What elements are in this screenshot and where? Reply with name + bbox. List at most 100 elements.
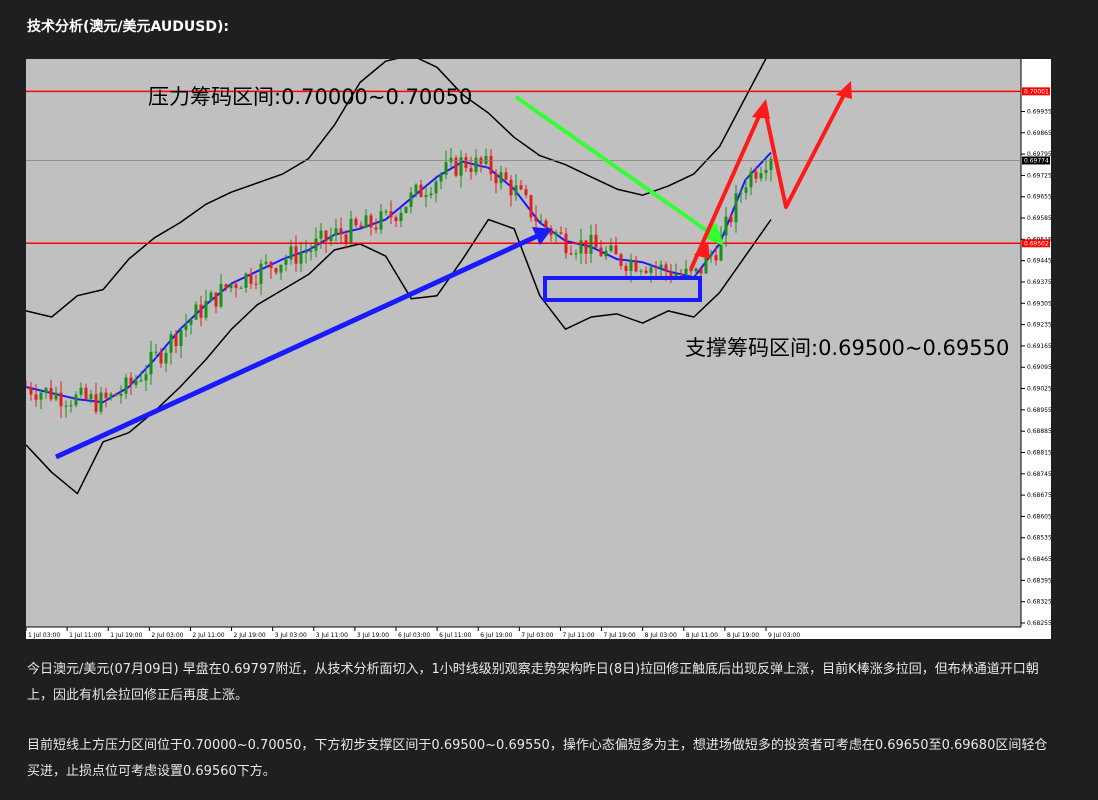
analysis-paragraph-1: 今日澳元/美元(07月09日) 早盘在0.69797附近，从技术分析面切入，1小…	[27, 662, 1039, 703]
candle-body	[199, 304, 203, 318]
candle-body	[619, 254, 623, 266]
y-tick-label: 0.69025	[1027, 386, 1051, 393]
candle-body	[184, 324, 188, 330]
x-tick-label: 1 Jul 19:00	[110, 632, 142, 639]
candle-body	[204, 300, 208, 318]
candle-body	[559, 232, 563, 234]
x-tick-label: 6 Jul 03:00	[398, 632, 430, 639]
candle-body	[394, 217, 398, 222]
candle-body	[399, 212, 403, 222]
candle-body	[404, 206, 408, 213]
candle-body	[484, 155, 488, 164]
candle-body	[724, 216, 728, 236]
y-tick-label: 0.68675	[1027, 492, 1051, 499]
candle-body	[289, 246, 293, 260]
candle-body	[334, 228, 338, 236]
candle-body	[659, 264, 663, 268]
candle-body	[644, 270, 648, 273]
candle-body	[26, 387, 28, 389]
candle-body	[759, 173, 763, 179]
candle-body	[419, 184, 423, 197]
y-tick-label: 0.69445	[1027, 258, 1051, 265]
candle-body	[99, 392, 103, 412]
candle-body	[319, 230, 323, 239]
candle-body	[469, 167, 473, 172]
candle-body	[634, 260, 638, 272]
y-tick-label: 0.68325	[1027, 599, 1051, 606]
candle-body	[134, 380, 138, 385]
candle-body	[599, 247, 603, 257]
candle-body	[514, 185, 518, 196]
candle-body	[324, 230, 328, 242]
candle-body	[509, 179, 513, 196]
candle-body	[539, 220, 543, 222]
candle-body	[589, 234, 593, 254]
candle-body	[34, 394, 38, 400]
candle-body	[529, 195, 533, 218]
y-tick-label: 0.68885	[1027, 428, 1051, 435]
candle-body	[499, 172, 503, 184]
candle-body	[299, 252, 303, 264]
candle-body	[159, 351, 163, 364]
support-annotation: 支撑筹码区间:0.69500~0.69550	[685, 336, 1009, 360]
candle-body	[129, 377, 133, 385]
x-tick-label: 7 Jul 19:00	[604, 632, 636, 639]
candle-body	[694, 268, 698, 272]
candle-body	[304, 251, 308, 253]
candle-body	[269, 261, 273, 269]
x-tick-label: 2 Jul 11:00	[192, 632, 224, 639]
candle-body	[214, 292, 218, 307]
candle-body	[149, 351, 153, 375]
candle-body	[279, 264, 283, 273]
candle-body	[229, 284, 233, 289]
candle-body	[309, 250, 313, 252]
candle-body	[629, 260, 633, 272]
candle-body	[369, 215, 373, 228]
candle-body	[704, 256, 708, 274]
candle-body	[764, 169, 768, 174]
candle-body	[284, 259, 288, 265]
y-tick-label: 0.68605	[1027, 513, 1051, 520]
candle-body	[569, 253, 573, 255]
candle-body	[739, 192, 743, 194]
candle-body	[379, 211, 383, 230]
x-tick-label: 6 Jul 11:00	[439, 632, 471, 639]
candle-body	[449, 157, 453, 163]
candle-body	[69, 405, 73, 407]
candle-body	[294, 246, 298, 264]
candle-body	[409, 192, 413, 207]
analysis-paragraph-2: 目前短线上方压力区间位于0.70000~0.70050，下方初步支撑区间于0.6…	[27, 738, 1048, 779]
candle-body	[579, 240, 583, 254]
candle-body	[684, 268, 688, 275]
candle-body	[329, 235, 333, 242]
price-chart: 0.69935 0.69865 0.69795 0.69725 0.69655 0.695…	[26, 59, 1051, 639]
candle-body	[259, 263, 263, 284]
candle-body	[179, 329, 183, 347]
article-heading: 技术分析(澳元/美元AUDUSD):	[27, 19, 229, 35]
candle-body	[94, 394, 98, 412]
price-line-label: 0.70001	[1024, 88, 1049, 95]
candle-body	[264, 261, 268, 264]
y-tick-label: 0.69655	[1027, 194, 1051, 201]
candle-body	[614, 245, 618, 255]
candle-body	[519, 185, 523, 190]
y-tick-label: 0.68395	[1027, 577, 1051, 584]
candle-body	[434, 181, 438, 194]
x-tick-label: 9 Jul 03:00	[768, 632, 800, 639]
candle-body	[679, 274, 683, 276]
candle-body	[609, 245, 613, 251]
candle-body	[249, 273, 253, 284]
y-tick-label: 0.68535	[1027, 535, 1051, 542]
candle-body	[749, 171, 753, 188]
x-tick-label: 8 Jul 03:00	[645, 632, 677, 639]
candle-body	[89, 394, 93, 400]
x-tick-label: 7 Jul 11:00	[562, 632, 594, 639]
x-tick-label: 3 Jul 19:00	[357, 632, 389, 639]
x-tick-label: 6 Jul 19:00	[480, 632, 512, 639]
candle-body	[344, 234, 348, 243]
y-tick-label: 0.68745	[1027, 471, 1051, 478]
candle-body	[219, 284, 223, 307]
candle-body	[364, 215, 368, 228]
candle-body	[544, 220, 548, 228]
x-tick-label: 1 Jul 03:00	[28, 632, 60, 639]
